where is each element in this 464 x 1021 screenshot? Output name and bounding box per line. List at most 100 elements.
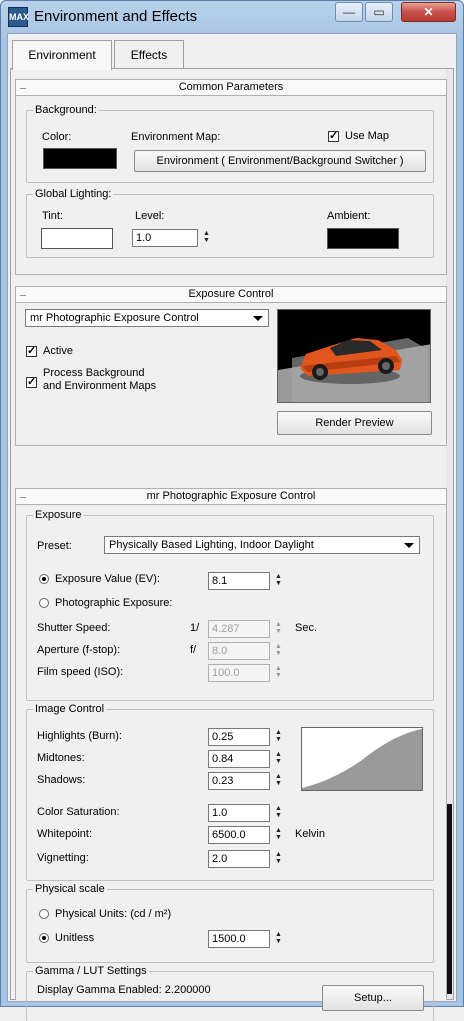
- process-background-label-2: and Environment Maps: [43, 380, 157, 392]
- spinner-arrows-icon[interactable]: ▲ ▼: [274, 729, 283, 745]
- whitepoint-spinner[interactable]: 6500.0 ▲ ▼: [208, 826, 288, 844]
- ev-radio[interactable]: [39, 574, 49, 584]
- spinner-arrows-icon[interactable]: ▲ ▼: [202, 230, 211, 246]
- vignetting-spinner[interactable]: 2.0 ▲ ▼: [208, 850, 288, 868]
- app-logo-icon: MAX: [8, 7, 29, 27]
- common-parameters-rollout: _ Common Parameters Background: Color: En…: [15, 77, 447, 275]
- spinner-arrows-icon[interactable]: ▲ ▼: [274, 931, 283, 947]
- setup-button[interactable]: Setup...: [322, 985, 424, 1011]
- preset-dropdown[interactable]: Physically Based Lighting, Indoor Daylig…: [104, 536, 420, 554]
- iso-label: Film speed (ISO):: [37, 666, 124, 678]
- chevron-down-icon: [253, 316, 263, 321]
- mr-photographic-header[interactable]: _ mr Photographic Exposure Control: [16, 486, 446, 505]
- render-preview-button[interactable]: Render Preview: [277, 411, 432, 435]
- physical-units-radio[interactable]: [39, 909, 49, 919]
- dropdown-value: mr Photographic Exposure Control: [30, 312, 199, 324]
- color-label: Color:: [42, 131, 72, 143]
- environment-map-button[interactable]: Environment ( Environment/Background Swi…: [134, 150, 426, 172]
- group-title: Exposure: [33, 509, 84, 521]
- highlights-input[interactable]: 0.25: [208, 728, 270, 746]
- environment-panel: _ Common Parameters Background: Color: En…: [10, 68, 454, 1021]
- common-parameters-header[interactable]: _ Common Parameters: [16, 77, 446, 96]
- midtones-spinner[interactable]: 0.84 ▲ ▼: [208, 750, 288, 768]
- ev-input[interactable]: 8.1: [208, 572, 270, 590]
- saturation-spinner[interactable]: 1.0 ▲ ▼: [208, 804, 288, 822]
- group-title: Image Control: [33, 703, 107, 715]
- unitless-input[interactable]: 1500.0: [208, 930, 270, 948]
- window-title: Environment and Effects: [34, 8, 198, 25]
- panel-scrollbar[interactable]: [446, 69, 453, 999]
- aperture-label: Aperture (f-stop):: [37, 644, 121, 656]
- mr-photographic-rollout: _ mr Photographic Exposure Control Exposu…: [15, 486, 447, 1021]
- level-input[interactable]: 1.0: [132, 229, 198, 247]
- minimize-button[interactable]: —: [335, 2, 363, 22]
- scrollbar-thumb[interactable]: [447, 804, 452, 994]
- ev-spinner[interactable]: 8.1 ▲ ▼: [208, 572, 288, 590]
- rollout-title: Exposure Control: [188, 288, 274, 300]
- rollout-title: mr Photographic Exposure Control: [146, 490, 316, 502]
- process-background-checkbox[interactable]: ✓: [26, 377, 37, 388]
- spinner-arrows-icon[interactable]: ▲ ▼: [274, 773, 283, 789]
- exposure-type-dropdown[interactable]: mr Photographic Exposure Control: [25, 309, 269, 327]
- saturation-input[interactable]: 1.0: [208, 804, 270, 822]
- tint-label: Tint:: [42, 210, 63, 222]
- spinner-arrows-icon: ▲ ▼: [275, 621, 282, 635]
- unitless-label: Unitless: [55, 932, 95, 944]
- shadows-input[interactable]: 0.23: [208, 772, 270, 790]
- shadows-spinner[interactable]: 0.23 ▲ ▼: [208, 772, 288, 790]
- render-preview-image: [277, 309, 431, 403]
- tab-environment[interactable]: Environment: [12, 40, 112, 70]
- shutter-input: 4.287: [208, 620, 270, 638]
- collapse-icon[interactable]: _: [20, 284, 26, 299]
- aperture-input: 8.0: [208, 642, 270, 660]
- group-title: Physical scale: [33, 883, 107, 895]
- aperture-spinner: 8.0 ▲ ▼: [208, 642, 288, 660]
- spinner-arrows-icon: ▲ ▼: [275, 643, 282, 657]
- highlights-spinner[interactable]: 0.25 ▲ ▼: [208, 728, 288, 746]
- display-gamma-text: Display Gamma Enabled: 2.200000: [37, 984, 211, 996]
- tab-effects[interactable]: Effects: [114, 40, 184, 68]
- whitepoint-input[interactable]: 6500.0: [208, 826, 270, 844]
- background-color-swatch[interactable]: [43, 148, 117, 169]
- use-map-checkbox[interactable]: ✓: [328, 131, 339, 142]
- physical-units-label: Physical Units: (cd / m²): [55, 908, 172, 920]
- vignetting-input[interactable]: 2.0: [208, 850, 270, 868]
- env-map-label: Environment Map:: [131, 131, 221, 143]
- active-checkbox[interactable]: ✓: [26, 346, 37, 357]
- dialog-client: Environment Effects _ Common Parameters B…: [7, 33, 457, 1021]
- spinner-arrows-icon[interactable]: ▲ ▼: [274, 851, 283, 867]
- close-button[interactable]: ✕: [401, 2, 456, 22]
- exposure-group: Exposure Preset: Physically Based Lighti…: [26, 509, 434, 701]
- level-label: Level:: [135, 210, 165, 222]
- shutter-speed-label: Shutter Speed:: [37, 622, 111, 634]
- shutter-unit: Sec.: [295, 622, 318, 634]
- midtones-input[interactable]: 0.84: [208, 750, 270, 768]
- process-background-label: Process Background: [43, 367, 145, 379]
- shutter-spinner: 4.287 ▲ ▼: [208, 620, 288, 638]
- iso-input: 100.0: [208, 664, 270, 682]
- global-lighting-group: Global Lighting: Tint: Level: 1.0 ▲ ▼ Amb…: [26, 188, 434, 258]
- tint-color-swatch[interactable]: [41, 228, 113, 249]
- preset-label: Preset:: [37, 540, 72, 552]
- ambient-color-swatch[interactable]: [327, 228, 399, 249]
- photographic-exposure-radio[interactable]: [39, 598, 49, 608]
- tone-curve-graph: [301, 727, 423, 791]
- unitless-radio[interactable]: [39, 933, 49, 943]
- level-spinner[interactable]: 1.0 ▲ ▼: [132, 229, 214, 247]
- vignetting-label: Vignetting:: [37, 852, 89, 864]
- spinner-arrows-icon[interactable]: ▲ ▼: [274, 805, 283, 821]
- midtones-label: Midtones:: [37, 752, 85, 764]
- spinner-arrows-icon[interactable]: ▲ ▼: [274, 827, 283, 843]
- dropdown-value: Physically Based Lighting, Indoor Daylig…: [109, 539, 314, 551]
- ev-label: Exposure Value (EV):: [55, 573, 160, 585]
- title-bar[interactable]: MAX Environment and Effects — ▭ ✕: [1, 1, 463, 33]
- spinner-arrows-icon[interactable]: ▲ ▼: [274, 573, 283, 589]
- exposure-control-header[interactable]: _ Exposure Control: [16, 284, 446, 303]
- maximize-button[interactable]: ▭: [365, 2, 393, 22]
- unitless-spinner[interactable]: 1500.0 ▲ ▼: [208, 930, 288, 948]
- collapse-icon[interactable]: _: [20, 77, 26, 92]
- collapse-icon[interactable]: _: [20, 486, 26, 501]
- active-label: Active: [43, 345, 73, 357]
- group-title: Background:: [33, 104, 99, 116]
- spinner-arrows-icon[interactable]: ▲ ▼: [274, 751, 283, 767]
